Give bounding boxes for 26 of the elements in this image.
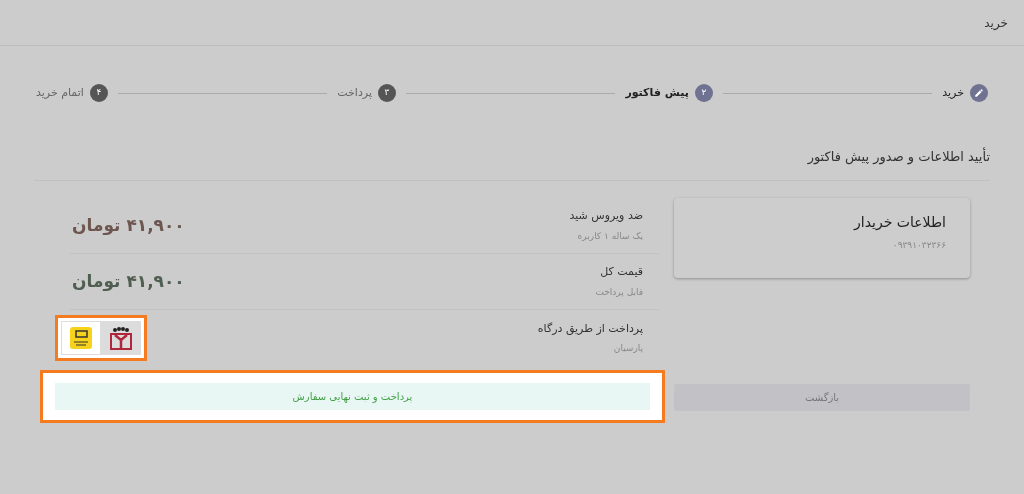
card-logo-icon — [70, 327, 92, 349]
pay-button[interactable]: پرداخت و ثبت نهایی سفارش — [55, 383, 650, 410]
item-title: ضد ویروس شید — [569, 208, 643, 224]
step-number[interactable]: ۳ — [377, 84, 396, 102]
gateway-option[interactable] — [101, 321, 141, 355]
buyer-phone: ۰۹۳۹۱۰۳۲۳۶۶ — [892, 239, 946, 252]
edit-icon[interactable] — [970, 84, 988, 102]
price-amount: ۴۱,۹۰۰ تومان — [72, 269, 185, 293]
emblem-icon — [110, 326, 132, 350]
price-amount: ۴۱,۹۰۰ تومان — [72, 213, 185, 237]
step-label[interactable]: اتمام خرید — [36, 84, 84, 102]
page-title: خرید — [984, 14, 1008, 32]
item-subtitle: یک ساله ۱ کاربره — [577, 229, 643, 243]
item-title: قیمت کل — [600, 264, 643, 280]
item-title: پرداخت از طریق درگاه — [537, 320, 643, 337]
step-label[interactable]: پرداخت — [337, 84, 372, 102]
step-label[interactable]: پیش فاکتور — [625, 84, 689, 102]
item-subtitle: پارسیان — [613, 342, 643, 355]
gateway-option[interactable] — [61, 321, 101, 355]
buyer-title: اطلاعات خریدار — [854, 213, 946, 232]
step-label[interactable]: خرید — [942, 84, 964, 102]
item-subtitle: قابل پرداخت — [595, 285, 643, 299]
step-number[interactable]: ۲ — [694, 84, 713, 102]
step-number[interactable]: ۴ — [89, 84, 108, 102]
back-button[interactable]: بازگشت — [674, 384, 970, 411]
section-title: تأیید اطلاعات و صدور پیش فاکتور — [807, 149, 990, 164]
